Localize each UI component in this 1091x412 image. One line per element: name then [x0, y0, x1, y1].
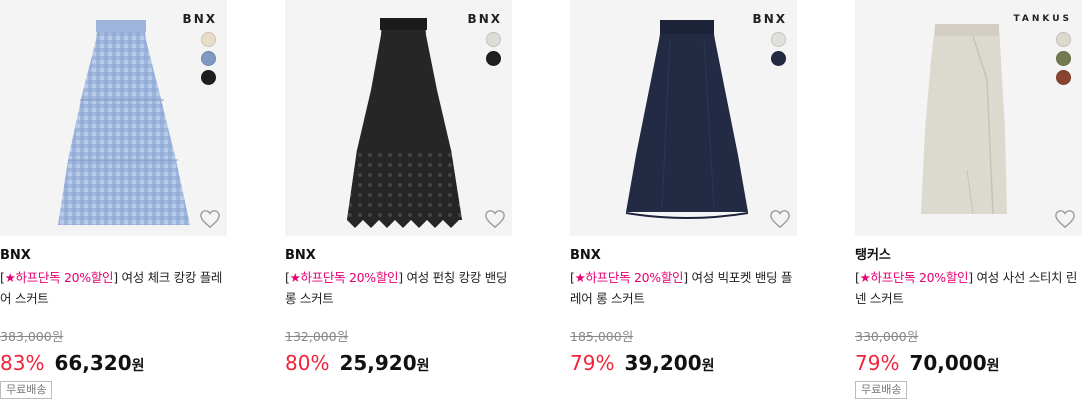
brand-name[interactable]: BNX [570, 247, 797, 265]
skirt-image [921, 24, 1007, 215]
color-swatch[interactable] [486, 51, 501, 66]
original-price: 383,000원 [0, 329, 64, 344]
original-price: 132,000원 [285, 329, 349, 344]
price-row: 80% 25,920 원 [285, 351, 512, 377]
color-swatch[interactable] [201, 51, 216, 66]
heart-outline-icon[interactable] [484, 209, 506, 229]
discount-rate: 83% [0, 351, 45, 375]
skirt-image [626, 20, 748, 219]
product-card[interactable]: BNX BNX [★하프단독 20%할인] 여성 빅포켓 밴딩 플레어 롱 스커… [570, 0, 797, 377]
original-price: 330,000원 [855, 329, 919, 344]
color-swatches [771, 32, 786, 66]
brand-logo: TANKUS [1013, 14, 1072, 24]
color-swatch[interactable] [771, 51, 786, 66]
color-swatches [201, 32, 216, 85]
product-title[interactable]: [★하프단독 20%할인] 여성 빅포켓 밴딩 플레어 롱 스커트 [570, 267, 797, 309]
product-card[interactable]: BNX BNX [★하프단독 20%할인] 여성 체크 캉캉 플레어 스커트 3… [0, 0, 227, 399]
color-swatches [486, 32, 501, 66]
color-swatch[interactable] [201, 32, 216, 47]
color-swatch[interactable] [201, 70, 216, 85]
product-card[interactable]: BNX BNX [★하프단독 20%할인] 여성 펀칭 캉캉 밴딩 롱 스커트 … [285, 0, 512, 377]
skirt-image [347, 18, 462, 228]
currency-unit: 원 [701, 358, 715, 374]
product-image[interactable]: BNX [285, 0, 512, 236]
price-row: 83% 66,320 원 [0, 351, 227, 377]
color-swatches [1056, 32, 1071, 85]
color-swatch[interactable] [486, 32, 501, 47]
sale-price: 66,320 [54, 351, 132, 375]
heart-outline-icon[interactable] [199, 209, 221, 229]
heart-outline-icon[interactable] [769, 209, 791, 229]
heart-outline-icon[interactable] [1054, 209, 1076, 229]
color-swatch[interactable] [771, 32, 786, 47]
sale-price: 25,920 [339, 351, 417, 375]
free-shipping-badge: 무료배송 [0, 381, 53, 399]
brand-name[interactable]: BNX [285, 247, 512, 265]
product-image[interactable]: BNX [570, 0, 797, 236]
promo-label: ★하프단독 20%할인 [859, 270, 969, 285]
brand-name[interactable]: 탱커스 [855, 247, 1082, 265]
product-title[interactable]: [★하프단독 20%할인] 여성 펀칭 캉캉 밴딩 롱 스커트 [285, 267, 512, 309]
skirt-image [56, 20, 192, 232]
color-swatch[interactable] [1056, 32, 1071, 47]
sale-price: 70,000 [909, 351, 987, 375]
promo-label: ★하프단독 20%할인 [289, 270, 399, 285]
sale-price: 39,200 [624, 351, 702, 375]
price-row: 79% 70,000 원 [855, 351, 1082, 377]
product-title[interactable]: [★하프단독 20%할인] 여성 체크 캉캉 플레어 스커트 [0, 267, 227, 309]
price-row: 79% 39,200 원 [570, 351, 797, 377]
product-grid: BNX BNX [★하프단독 20%할인] 여성 체크 캉캉 플레어 스커트 3… [0, 0, 1091, 412]
promo-label: ★하프단독 20%할인 [4, 270, 114, 285]
currency-unit: 원 [131, 358, 145, 374]
product-image[interactable]: TANKUS [855, 0, 1082, 236]
brand-name[interactable]: BNX [0, 247, 227, 265]
discount-rate: 80% [285, 351, 330, 375]
discount-rate: 79% [570, 351, 615, 375]
color-swatch[interactable] [1056, 51, 1071, 66]
brand-logo: BNX [182, 12, 217, 26]
brand-logo: BNX [467, 12, 502, 26]
currency-unit: 원 [416, 358, 430, 374]
free-shipping-badge: 무료배송 [855, 381, 908, 399]
brand-logo: BNX [752, 12, 787, 26]
product-title[interactable]: [★하프단독 20%할인] 여성 사선 스티치 린넨 스커트 [855, 267, 1082, 309]
discount-rate: 79% [855, 351, 900, 375]
currency-unit: 원 [986, 358, 1000, 374]
original-price: 185,000원 [570, 329, 634, 344]
color-swatch[interactable] [1056, 70, 1071, 85]
product-image[interactable]: BNX [0, 0, 227, 236]
product-card[interactable]: TANKUS 탱커스 [★하프단독 20%할인] 여성 사선 스티치 린넨 스커… [855, 0, 1082, 399]
promo-label: ★하프단독 20%할인 [574, 270, 684, 285]
